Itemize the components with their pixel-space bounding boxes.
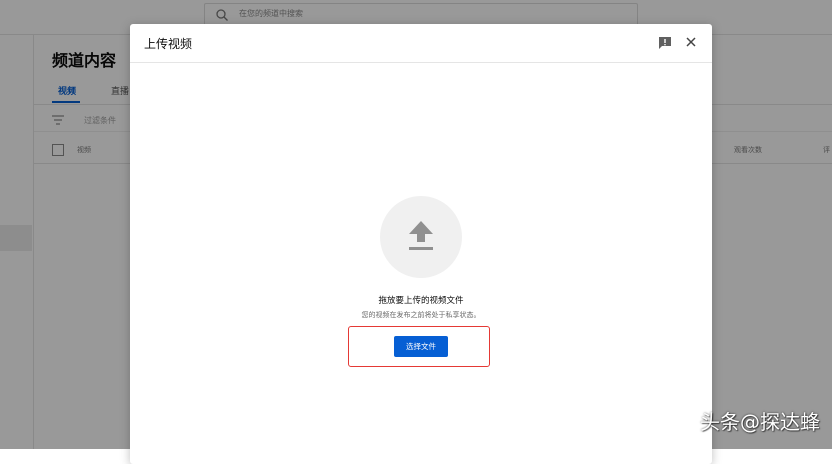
upload-dialog: 上传视频 拖放要上传的视频文件 您的视频在发布之前将处于私享状态。 选择文件 [130, 24, 712, 464]
annotation-highlight-box [348, 326, 490, 367]
dialog-title: 上传视频 [144, 37, 193, 51]
dialog-header-divider [130, 62, 712, 63]
upload-arrow-icon [409, 221, 433, 250]
feedback-icon[interactable] [658, 36, 672, 50]
upload-drop-zone[interactable] [380, 196, 462, 278]
watermark: 头条@探达蜂 [700, 410, 820, 434]
drop-title: 拖放要上传的视频文件 [378, 296, 464, 306]
close-icon[interactable] [684, 35, 698, 49]
drop-subtitle: 您的视频在发布之前将处于私享状态。 [361, 311, 481, 319]
